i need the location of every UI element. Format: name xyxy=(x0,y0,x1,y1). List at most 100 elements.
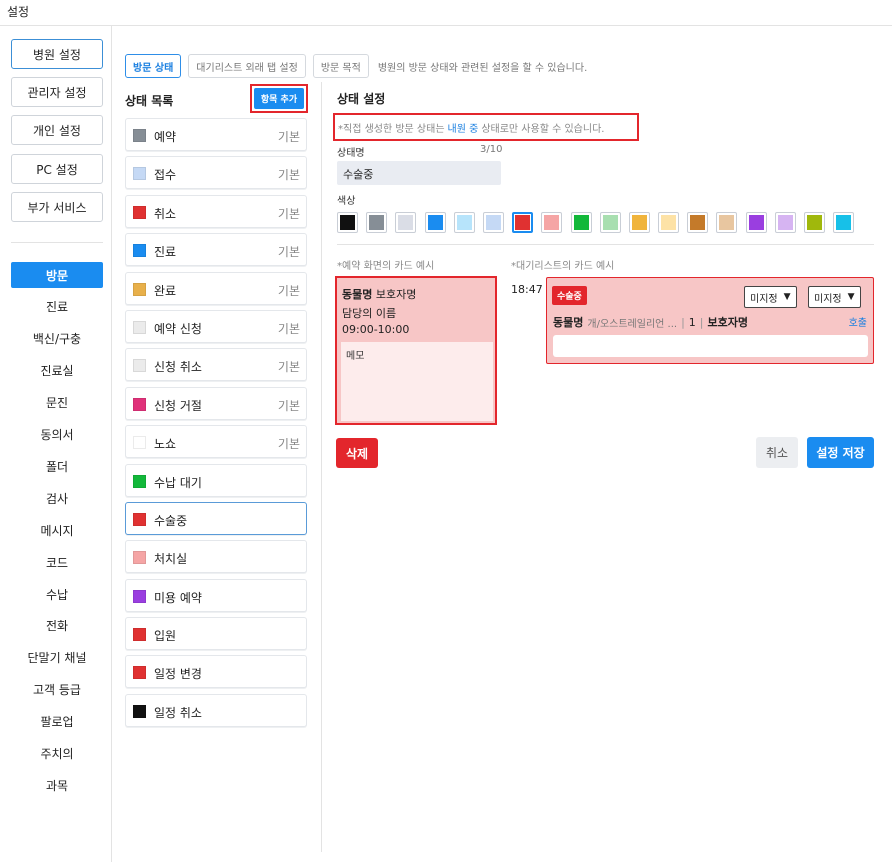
nav-button-0[interactable]: 병원 설정 xyxy=(11,39,103,69)
nav-menu-item-14[interactable]: 팔로업 xyxy=(11,709,103,735)
color-option[interactable] xyxy=(482,212,504,233)
cancel-button[interactable]: 취소 xyxy=(756,437,798,468)
status-row[interactable]: 일정 변경 xyxy=(125,655,307,689)
status-label: 완료 xyxy=(154,283,177,298)
status-settings-title: 상태 설정 xyxy=(337,92,386,106)
nav-menu-item-2[interactable]: 백신/구충 xyxy=(11,326,103,352)
color-fill xyxy=(748,215,764,230)
waitlist-card-status-badge: 수술중 xyxy=(552,286,587,305)
dropdown-1-label: 미지정 xyxy=(750,293,778,305)
color-option[interactable] xyxy=(804,212,825,233)
notice-highlight: 내원 중 xyxy=(447,123,479,135)
nav-menu-item-0[interactable]: 방문 xyxy=(11,262,103,288)
nav-menu-item-12[interactable]: 단말기 채널 xyxy=(11,645,103,671)
nav-button-1[interactable]: 관리자 설정 xyxy=(11,77,103,107)
color-option[interactable] xyxy=(833,212,855,233)
nav-menu-item-9[interactable]: 코드 xyxy=(11,549,103,575)
status-row[interactable]: 일정 취소 xyxy=(125,693,307,727)
tab-2[interactable]: 방문 목적 xyxy=(312,54,369,78)
tab-0[interactable]: 방문 상태 xyxy=(125,54,182,78)
color-option[interactable] xyxy=(716,212,738,233)
status-color-swatch xyxy=(133,512,146,526)
status-row[interactable]: 신청 거절 기본 xyxy=(125,386,307,420)
reservation-card-memo: 메모 xyxy=(341,342,493,421)
waitlist-card-call-link[interactable]: 호출 xyxy=(849,314,867,329)
status-name-input[interactable]: 수술중 xyxy=(337,161,501,185)
add-item-button[interactable]: 항목 추가 xyxy=(254,88,304,109)
nav-menu-item-6[interactable]: 폴더 xyxy=(11,453,103,479)
color-option[interactable] xyxy=(453,212,475,233)
status-color-swatch xyxy=(133,436,146,450)
color-option[interactable] xyxy=(541,212,563,233)
status-label: 수술중 xyxy=(154,513,188,528)
status-color-swatch xyxy=(133,551,146,565)
save-settings-button[interactable]: 설정 저장 xyxy=(807,437,874,468)
color-option[interactable] xyxy=(337,212,358,233)
delete-button[interactable]: 삭제 xyxy=(336,438,378,468)
status-row[interactable]: 입원 xyxy=(125,617,307,651)
waitlist-card-dropdown-1[interactable]: 미지정 ▼ xyxy=(744,286,797,308)
status-default-badge: 기본 xyxy=(277,321,300,336)
color-fill xyxy=(836,215,852,230)
color-option[interactable] xyxy=(745,212,767,233)
nav-button-4[interactable]: 부가 서비스 xyxy=(11,192,103,222)
color-fill xyxy=(515,215,531,230)
status-row[interactable]: 수술중 xyxy=(125,501,307,535)
nav-menu-item-15[interactable]: 주치의 xyxy=(11,741,103,767)
color-option[interactable] xyxy=(774,212,796,233)
reservation-card-owner: 보호자명 xyxy=(375,288,417,301)
status-color-swatch xyxy=(133,205,146,219)
nav-menu-item-5[interactable]: 동의서 xyxy=(11,422,103,448)
color-fill xyxy=(398,215,414,230)
status-row[interactable]: 처치실 xyxy=(125,540,307,574)
color-option[interactable] xyxy=(628,212,650,233)
status-row[interactable]: 신청 취소 기본 xyxy=(125,348,307,382)
status-row[interactable]: 완료 기본 xyxy=(125,271,307,305)
color-option[interactable] xyxy=(424,212,446,233)
separator: | xyxy=(681,315,685,329)
separator: | xyxy=(699,315,704,329)
color-option[interactable] xyxy=(512,212,534,233)
nav-menu-item-1[interactable]: 진료 xyxy=(11,294,103,320)
status-row[interactable]: 예약 신청 기본 xyxy=(125,309,307,343)
status-label: 처치실 xyxy=(154,552,188,567)
color-option[interactable] xyxy=(658,212,680,233)
status-list: 예약 기본 접수 기본 취소 기본 진료 기본 완료 기본 예약 신청 기본 신청 취소 기본 신청 거절 기… xyxy=(125,118,307,732)
status-row[interactable]: 노쇼 기본 xyxy=(125,425,307,459)
tab-1[interactable]: 대기리스트 외래 탭 설정 xyxy=(188,54,306,78)
nav-menu-item-16[interactable]: 과목 xyxy=(11,772,103,798)
color-option[interactable] xyxy=(599,212,621,233)
status-label: 신청 거절 xyxy=(154,398,202,413)
nav-button-3[interactable]: PC 설정 xyxy=(11,154,103,184)
nav-menu-item-3[interactable]: 진료실 xyxy=(11,358,103,384)
status-label: 접수 xyxy=(154,168,177,183)
status-row[interactable]: 미용 예약 xyxy=(125,578,307,612)
caret-down-icon: ▼ xyxy=(783,292,791,302)
color-fill xyxy=(807,215,822,230)
status-row[interactable]: 취소 기본 xyxy=(125,194,307,228)
waitlist-card-dropdown-2[interactable]: 미지정 ▼ xyxy=(808,286,861,308)
nav-menu-item-7[interactable]: 검사 xyxy=(11,485,103,511)
nav-menu-item-8[interactable]: 메시지 xyxy=(11,517,103,543)
status-row[interactable]: 접수 기본 xyxy=(125,156,307,190)
status-row[interactable]: 진료 기본 xyxy=(125,233,307,267)
status-label: 진료 xyxy=(154,245,177,260)
nav-button-2[interactable]: 개인 설정 xyxy=(11,115,103,145)
nav-menu-item-13[interactable]: 고객 등급 xyxy=(11,677,103,703)
status-default-badge: 기본 xyxy=(277,245,300,260)
waitlist-card-breed: 개/오스트레일리언 ... xyxy=(587,318,678,330)
color-fill xyxy=(690,215,706,230)
color-option[interactable] xyxy=(687,212,709,233)
nav-menu-item-10[interactable]: 수납 xyxy=(11,581,103,607)
color-option[interactable] xyxy=(570,212,592,233)
nav-menu-item-11[interactable]: 전화 xyxy=(11,613,103,639)
reservation-example-label: *예약 화면의 카드 예시 xyxy=(337,261,435,272)
status-color-swatch xyxy=(133,589,146,603)
status-row[interactable]: 예약 기본 xyxy=(125,118,307,151)
color-option[interactable] xyxy=(395,212,417,233)
status-row[interactable]: 수납 대기 xyxy=(125,463,307,497)
color-option[interactable] xyxy=(366,212,388,233)
reservation-card-doctor: 담당의 이름 xyxy=(342,307,397,320)
caret-down-icon: ▼ xyxy=(847,292,855,302)
nav-menu-item-4[interactable]: 문진 xyxy=(11,390,103,416)
